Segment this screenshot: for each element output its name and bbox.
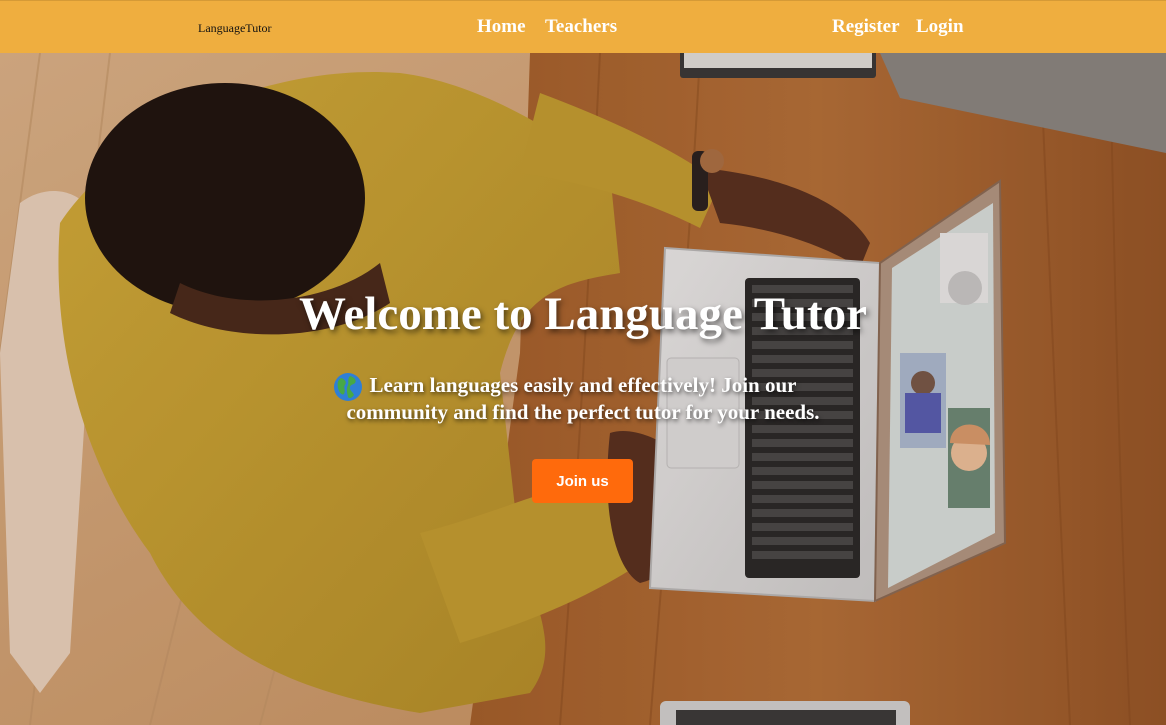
page: LanguageTutor Home Teachers Register Log… bbox=[0, 0, 1166, 725]
nav-register-link[interactable]: Register bbox=[832, 16, 900, 38]
brand-logo-link[interactable]: LanguageTutor bbox=[198, 21, 272, 36]
hero-section: Welcome to Language Tutor Learn language… bbox=[0, 53, 1166, 725]
navbar: LanguageTutor Home Teachers Register Log… bbox=[0, 0, 1166, 53]
nav-teachers-link[interactable]: Teachers bbox=[545, 16, 617, 38]
hero-title: Welcome to Language Tutor bbox=[299, 288, 867, 341]
nav-login-link[interactable]: Login bbox=[916, 16, 964, 38]
join-us-button[interactable]: Join us bbox=[532, 459, 633, 503]
nav-home-link[interactable]: Home bbox=[477, 16, 526, 38]
hero-subtitle: Learn languages easily and effectively! … bbox=[333, 372, 833, 426]
globe-icon bbox=[334, 373, 362, 401]
hero-subtitle-text: Learn languages easily and effectively! … bbox=[346, 373, 820, 424]
